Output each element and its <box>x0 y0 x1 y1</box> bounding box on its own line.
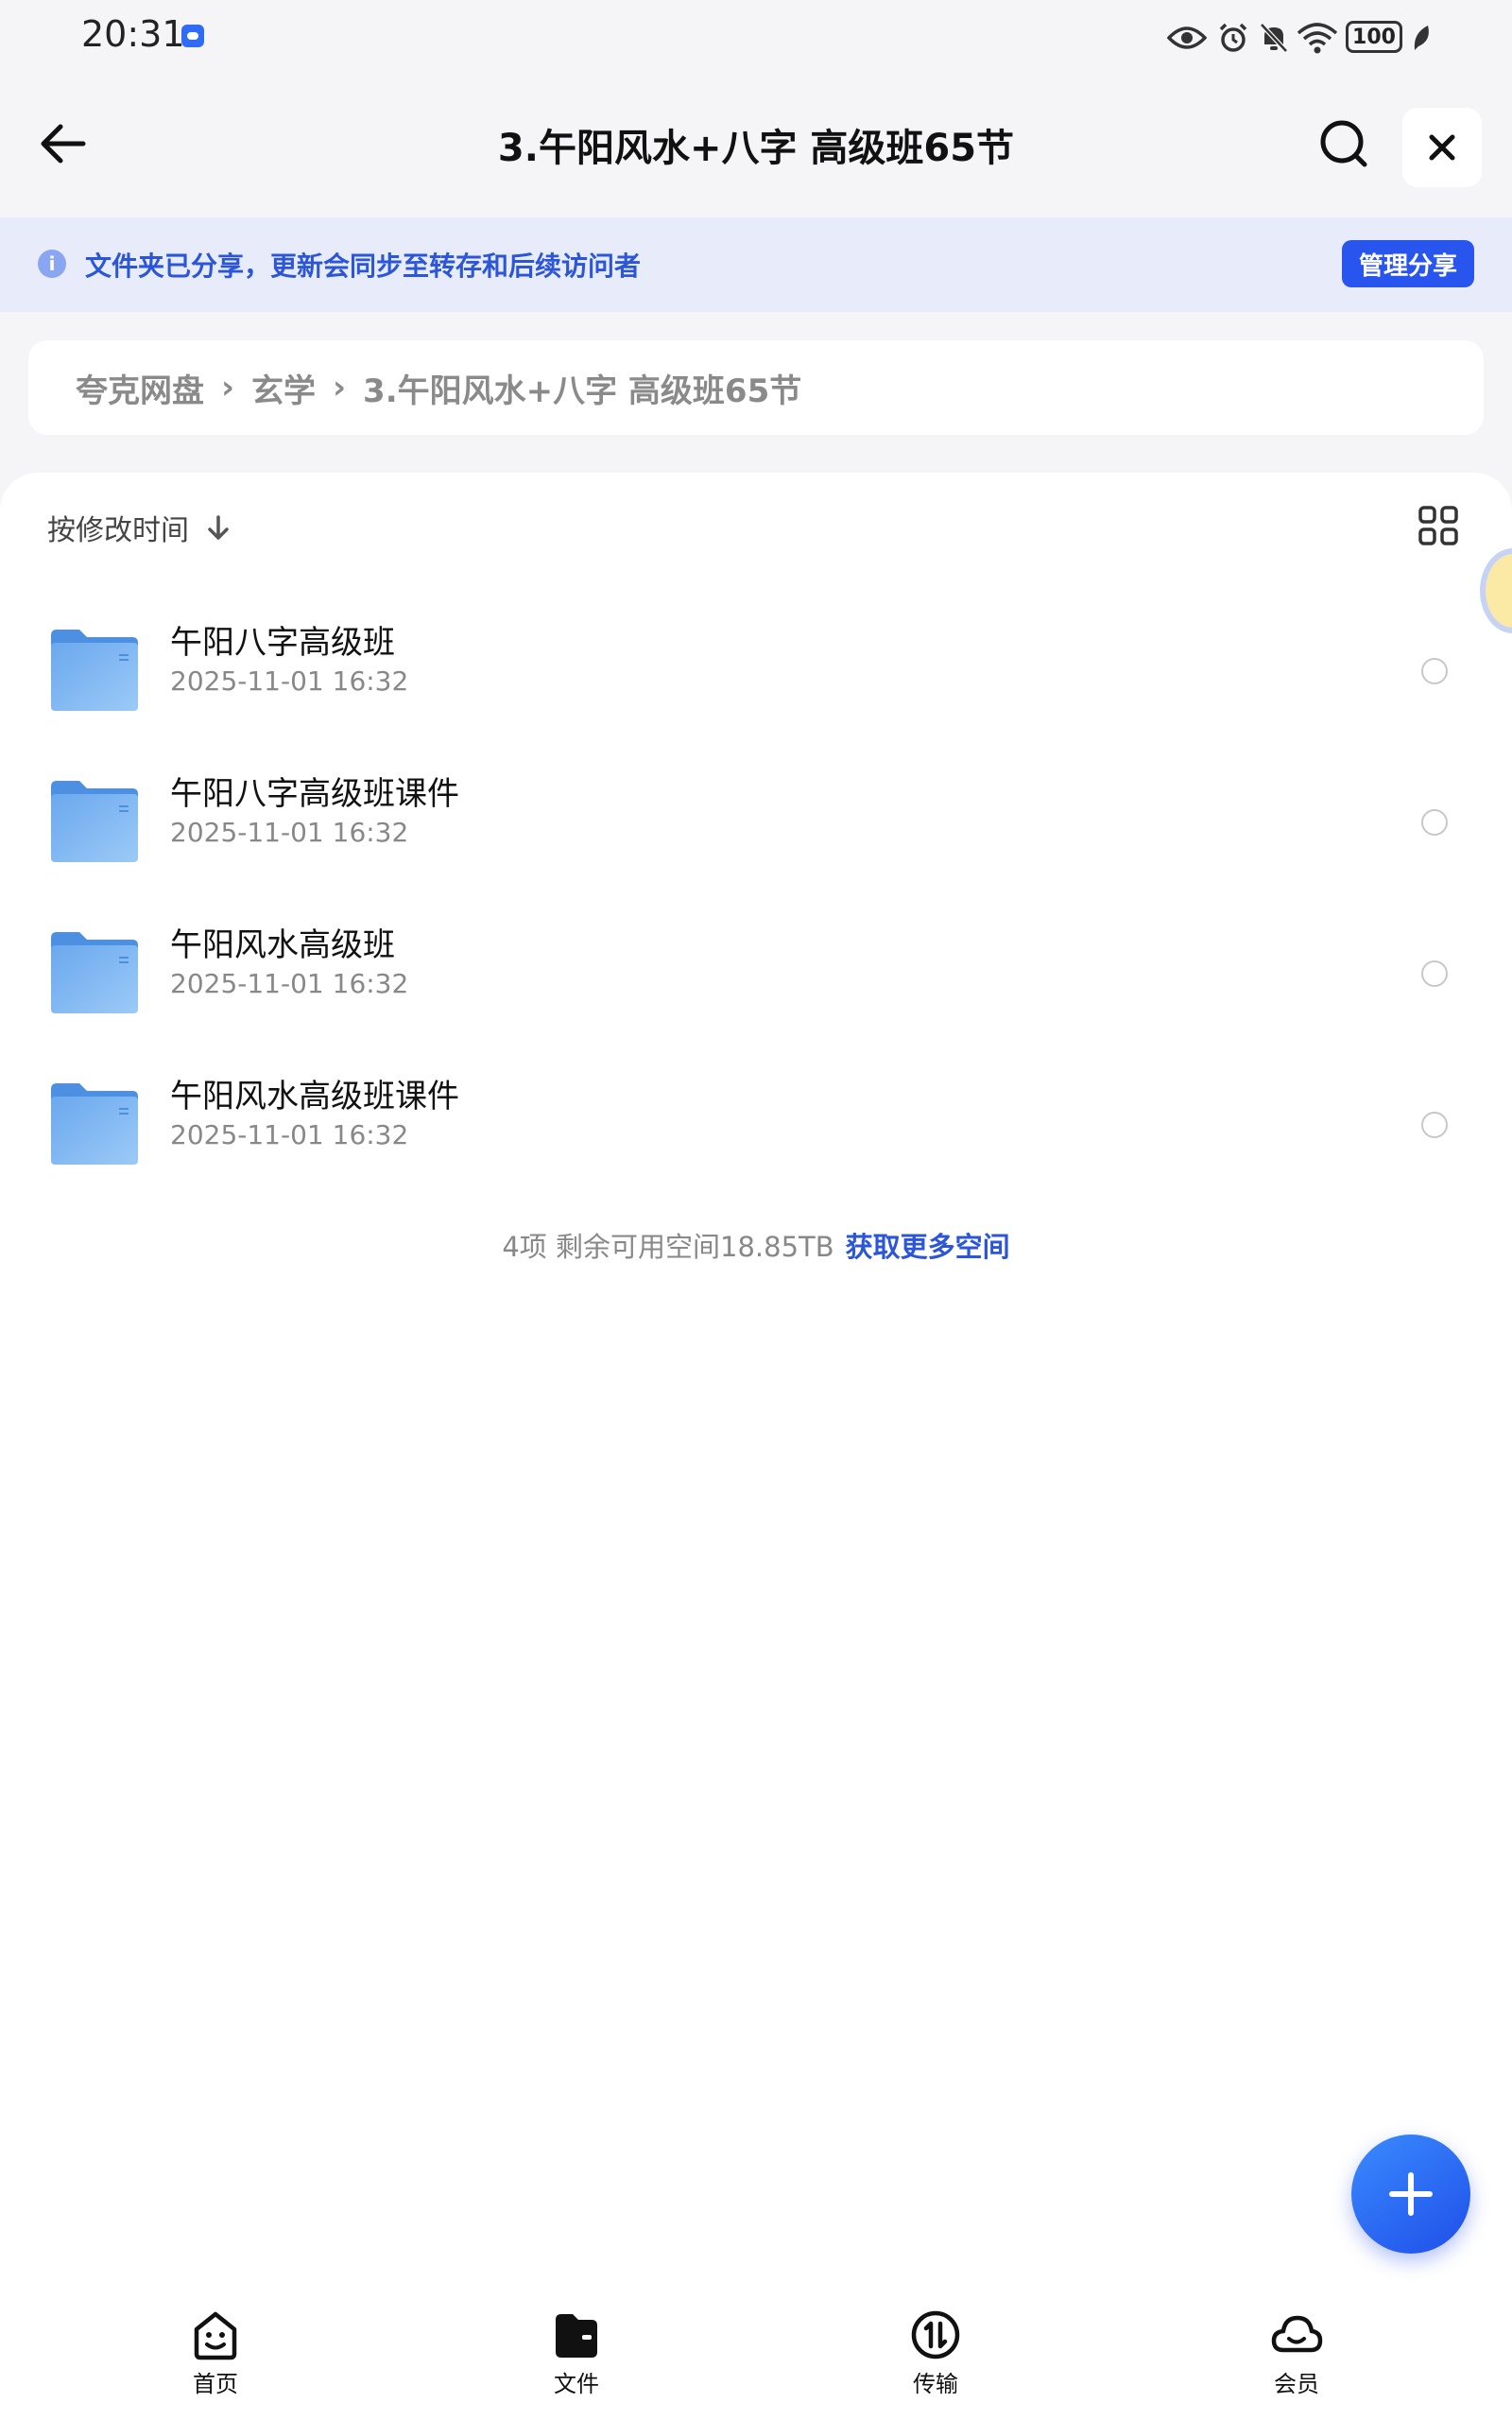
nav-home[interactable]: 首页 <box>149 2307 282 2411</box>
file-row[interactable]: 午阳八字高级班课件 2025-11-01 16:32 <box>0 730 1512 881</box>
search-button[interactable] <box>1314 113 1374 174</box>
nav-membership[interactable]: 会员 <box>1230 2307 1363 2411</box>
nav-transfer[interactable]: 传输 <box>869 2307 1002 2411</box>
app-notification-icon <box>181 25 204 47</box>
search-icon <box>1320 120 1367 167</box>
file-name: 午阳八字高级班 <box>170 624 395 662</box>
add-button[interactable] <box>1351 2135 1470 2254</box>
breadcrumb-separator: › <box>221 369 235 406</box>
alarm-icon <box>1217 21 1249 55</box>
page-title: 3.午阳风水+八字 高级班65节 <box>497 127 1015 170</box>
file-date: 2025-11-01 16:32 <box>170 666 409 697</box>
get-more-space-link[interactable]: 获取更多空间 <box>846 1231 1010 1263</box>
nav-membership-label: 会员 <box>1274 2371 1319 2397</box>
files-icon <box>556 2314 597 2358</box>
share-banner-text: 文件夹已分享，更新会同步至转存和后续访问者 <box>85 251 642 282</box>
close-button[interactable] <box>1402 108 1482 187</box>
close-icon <box>1429 134 1455 161</box>
file-name: 午阳风水高级班 <box>170 926 395 964</box>
grid-view-toggle[interactable] <box>1418 505 1459 546</box>
select-checkbox[interactable] <box>1421 1112 1448 1138</box>
breadcrumb-separator: › <box>333 369 347 406</box>
nav-files[interactable]: 文件 <box>510 2307 643 2411</box>
folder-icon <box>51 630 138 711</box>
folder-icon <box>51 932 138 1013</box>
sort-down-arrow-icon <box>208 515 229 540</box>
storage-summary: 4项 剩余可用空间18.85TB <box>502 1231 834 1263</box>
leaf-icon <box>1410 21 1433 55</box>
select-checkbox[interactable] <box>1421 809 1448 836</box>
transfer-icon <box>911 2310 960 2360</box>
file-date: 2025-11-01 16:32 <box>170 1119 409 1150</box>
nav-home-label: 首页 <box>193 2371 238 2397</box>
folder-icon <box>51 1083 138 1165</box>
eye-icon <box>1166 21 1208 55</box>
info-icon: i <box>38 250 66 278</box>
home-smile-icon <box>194 2311 237 2360</box>
status-time: 20:31 <box>81 13 185 55</box>
breadcrumb: 夸克网盘 › 玄学 › 3.午阳风水+八字 高级班65节 <box>28 340 1484 435</box>
nav-transfer-label: 传输 <box>913 2371 958 2397</box>
breadcrumb-item-root[interactable]: 夸克网盘 <box>76 365 204 411</box>
file-date: 2025-11-01 16:32 <box>170 817 409 848</box>
folder-icon <box>51 781 138 862</box>
file-name: 午阳风水高级班课件 <box>170 1078 459 1115</box>
file-date: 2025-11-01 16:32 <box>170 968 409 999</box>
select-checkbox[interactable] <box>1421 960 1448 987</box>
cloud-icon <box>1271 2315 1323 2353</box>
file-name: 午阳八字高级班课件 <box>170 775 459 813</box>
mute-icon <box>1259 21 1289 55</box>
manage-share-button[interactable]: 管理分享 <box>1342 240 1474 287</box>
file-row[interactable]: 午阳八字高级班 2025-11-01 16:32 <box>0 579 1512 730</box>
sort-label: 按修改时间 <box>47 514 189 547</box>
plus-icon <box>1389 2172 1433 2216</box>
file-row[interactable]: 午阳风水高级班课件 2025-11-01 16:32 <box>0 1032 1512 1184</box>
sort-control[interactable]: 按修改时间 <box>47 507 234 548</box>
wifi-icon <box>1297 21 1338 55</box>
nav-files-label: 文件 <box>554 2371 599 2397</box>
select-checkbox[interactable] <box>1421 658 1448 684</box>
grid-icon <box>1418 506 1458 545</box>
breadcrumb-item-category[interactable]: 玄学 <box>251 365 316 411</box>
storage-info: 4项 剩余可用空间18.85TB 获取更多空间 <box>0 1225 1512 1265</box>
file-row[interactable]: 午阳风水高级班 2025-11-01 16:32 <box>0 881 1512 1032</box>
breadcrumb-item-current: 3.午阳风水+八字 高级班65节 <box>363 372 802 410</box>
battery-icon: 100 <box>1346 21 1402 53</box>
